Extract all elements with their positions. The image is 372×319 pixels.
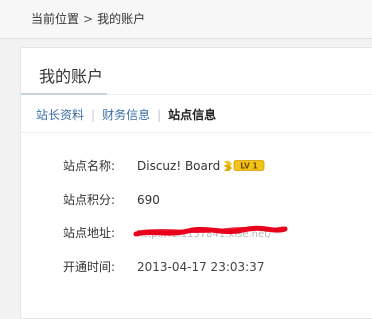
breadcrumb-current-position: 当前位置 xyxy=(31,12,80,26)
breadcrumb-my-account-link[interactable]: 我的账户 xyxy=(97,12,145,26)
site-score-row: 站点积分: 690 xyxy=(63,191,160,207)
site-url-redacted: http://f1.1157841.xise.net/ xyxy=(133,225,288,240)
tab-site-info[interactable]: 站点信息 xyxy=(168,108,216,122)
title-underline xyxy=(21,93,107,95)
site-opened-value: 2013-04-17 23:03:37 xyxy=(137,260,265,274)
site-name-row: 站点名称: Discuz! Board LV 1 xyxy=(63,157,265,173)
site-url-label: 站点地址: xyxy=(63,226,116,240)
top-bar: 当前位置 > 我的账户 xyxy=(0,0,372,39)
tab-finance-info[interactable]: 财务信息 xyxy=(102,108,150,122)
account-tabs: 站长资料 | 财务信息 | 站点信息 xyxy=(36,106,216,123)
site-url-row: 站点地址: http://f1.1157841.xise.net/ xyxy=(63,224,288,240)
breadcrumb-separator: > xyxy=(83,12,94,26)
tab-separator: | xyxy=(91,108,96,122)
breadcrumb: 当前位置 > 我的账户 xyxy=(31,10,145,27)
redaction-scribble xyxy=(133,225,288,237)
tab-separator: | xyxy=(157,108,162,122)
site-name-label: 站点名称: xyxy=(63,159,116,173)
site-opened-label: 开通时间: xyxy=(63,260,116,274)
site-score-value: 690 xyxy=(137,193,160,207)
page-title: 我的账户 xyxy=(39,67,104,86)
tabs-divider xyxy=(21,132,372,133)
site-opened-row: 开通时间: 2013-04-17 23:03:37 xyxy=(63,258,264,274)
tab-webmaster-profile[interactable]: 站长资料 xyxy=(36,108,84,122)
site-name-value: Discuz! Board xyxy=(137,159,221,173)
site-score-label: 站点积分: xyxy=(63,193,116,207)
level-badge-icon: LV 1 xyxy=(223,159,265,175)
level-badge-text: LV 1 xyxy=(241,162,258,171)
account-panel: 我的账户 站长资料 | 财务信息 | 站点信息 站点名称: Discuz! Board L… xyxy=(20,47,372,319)
